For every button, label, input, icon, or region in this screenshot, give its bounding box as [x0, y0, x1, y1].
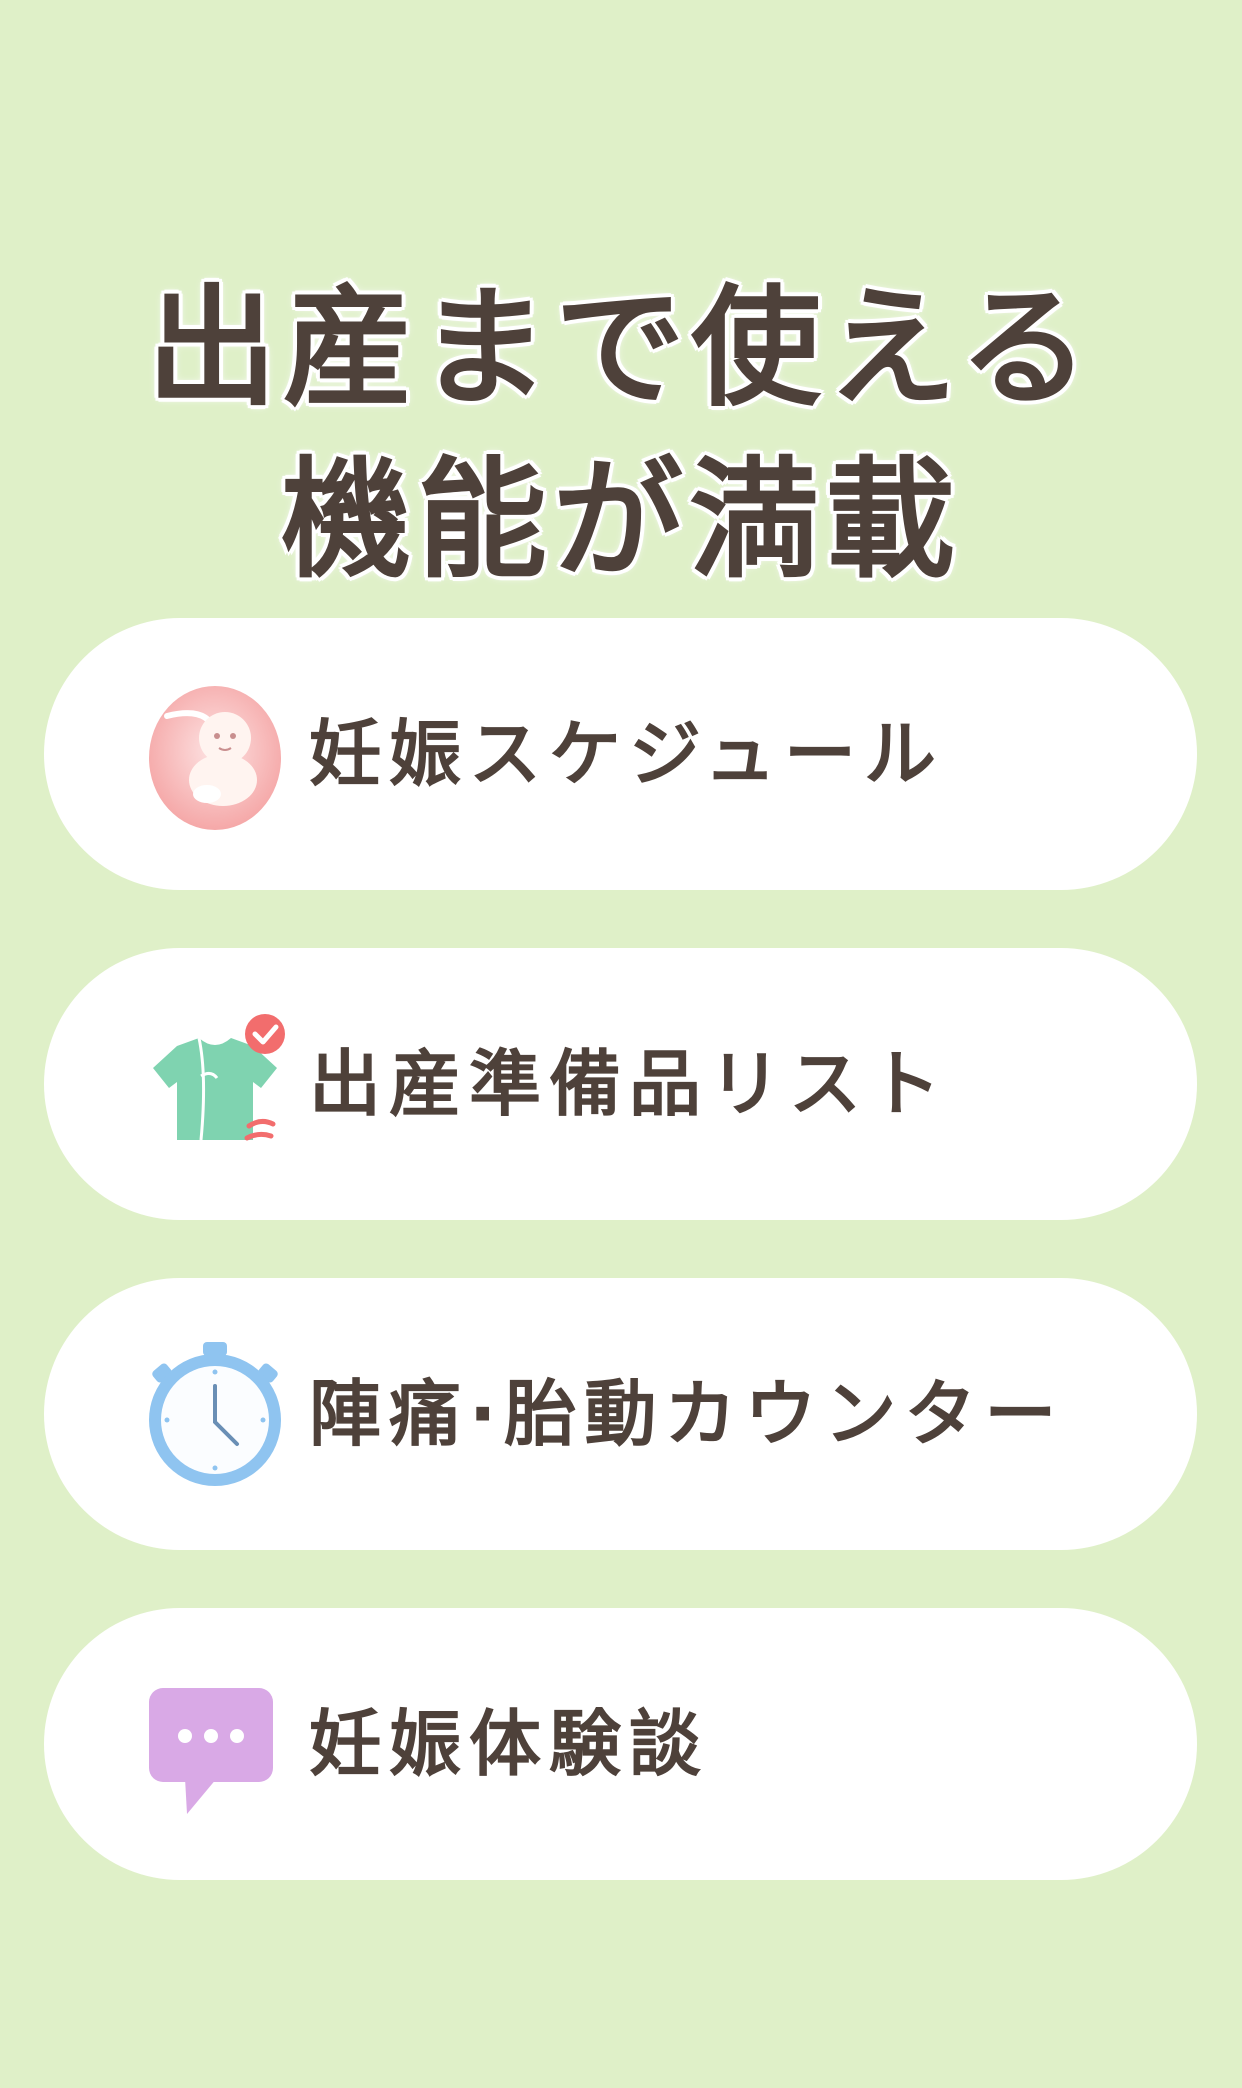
feature-card-birth-prep-list: 出産準備品リスト — [44, 948, 1197, 1220]
feature-card-pregnancy-stories: 妊娠体験談 — [44, 1608, 1197, 1880]
feature-card-pregnancy-schedule: 妊娠スケジュール — [44, 618, 1197, 890]
feature-label: 妊娠体験談 — [309, 1702, 710, 1786]
feature-label: 出産準備品リスト — [309, 1042, 950, 1126]
feature-card-contraction-counter: 陣痛·胎動カウンター — [44, 1278, 1197, 1550]
headline-line-2: 機能が満載 — [280, 444, 961, 597]
stopwatch-icon — [137, 1336, 293, 1492]
headline-line-1: 出産まで使える — [146, 272, 1096, 425]
fetus-icon — [137, 676, 293, 832]
feature-label: 陣痛·胎動カウンター — [309, 1372, 1065, 1456]
baby-clothes-check-icon — [137, 1006, 293, 1162]
feature-label: 妊娠スケジュール — [309, 712, 944, 796]
chat-bubble-icon — [137, 1666, 293, 1822]
headline: 出産まで使える 機能が満載 — [0, 262, 1242, 606]
